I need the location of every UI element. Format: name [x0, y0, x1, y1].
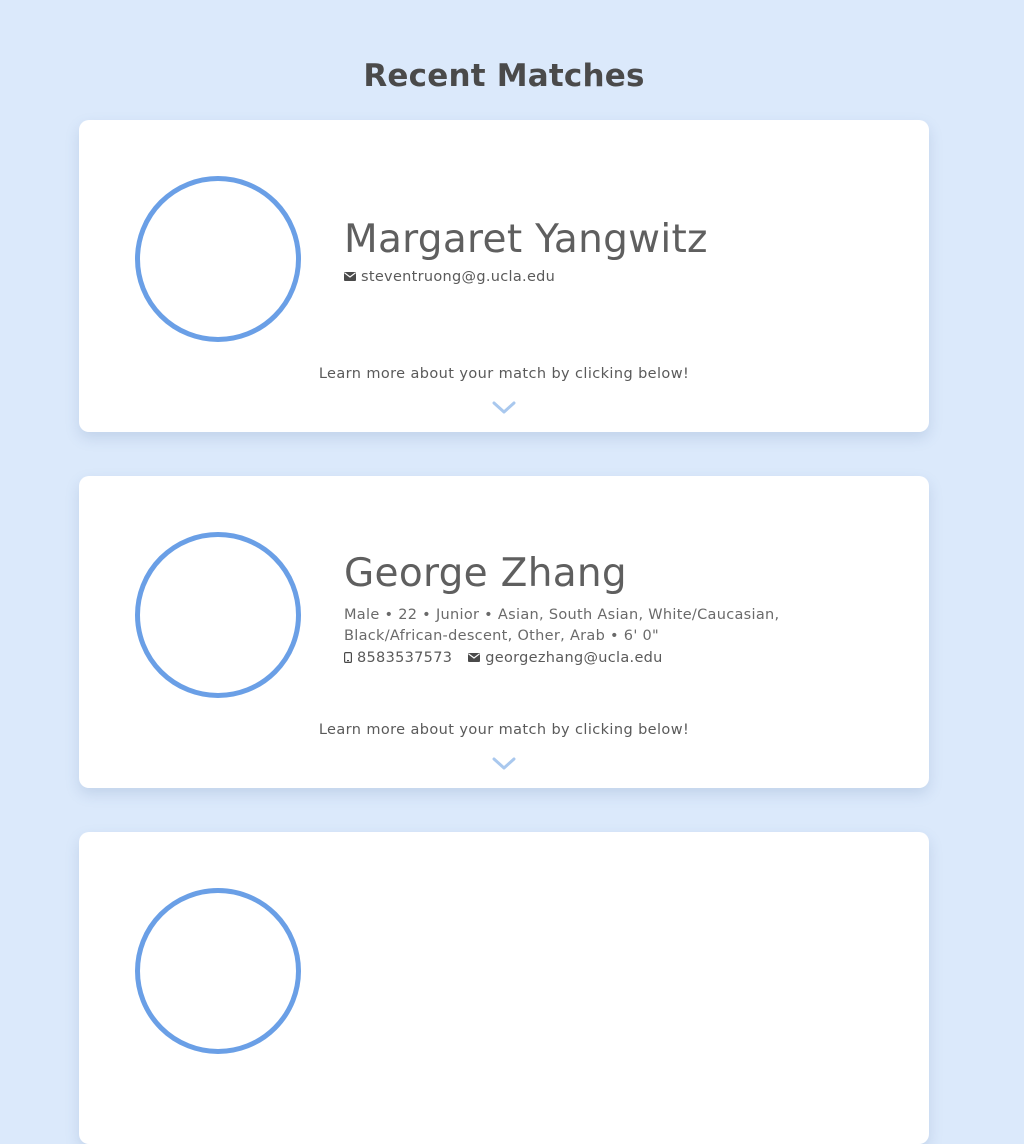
match-card — [79, 832, 929, 1144]
match-info: Margaret Yangwitz steventruong@g.ucla.ed… — [344, 217, 824, 285]
phone-text[interactable]: 8583537573 — [357, 650, 452, 666]
mobile-phone-icon — [344, 652, 352, 664]
chevron-down-icon[interactable] — [492, 400, 516, 414]
email-text[interactable]: steventruong@g.ucla.edu — [361, 269, 555, 285]
envelope-icon — [344, 272, 356, 282]
learn-more-text: Learn more about your match by clicking … — [318, 366, 690, 382]
learn-more-text: Learn more about your match by clicking … — [318, 722, 690, 738]
email-contact: steventruong@g.ucla.edu — [344, 269, 555, 285]
match-name: George Zhang — [344, 551, 627, 596]
email-contact: georgezhang@ucla.edu — [468, 650, 662, 666]
avatar — [135, 888, 301, 1054]
contact-row: steventruong@g.ucla.edu — [344, 269, 824, 285]
match-details: Male • 22 • Junior • Asian, South Asian,… — [344, 606, 780, 644]
match-info: George Zhang Male • 22 • Junior • Asian,… — [344, 551, 824, 666]
page-title: Recent Matches — [363, 58, 645, 94]
avatar — [135, 532, 301, 698]
envelope-icon — [468, 653, 481, 663]
match-card: Margaret Yangwitz steventruong@g.ucla.ed… — [79, 120, 929, 432]
match-card: George Zhang Male • 22 • Junior • Asian,… — [79, 476, 929, 788]
chevron-down-icon[interactable] — [492, 756, 516, 770]
contact-row: 8583537573 georgezhang@ucla.edu — [344, 650, 824, 666]
avatar — [135, 176, 301, 342]
email-text[interactable]: georgezhang@ucla.edu — [485, 650, 662, 666]
match-name: Margaret Yangwitz — [344, 217, 708, 262]
phone-contact: 8583537573 — [344, 650, 452, 666]
